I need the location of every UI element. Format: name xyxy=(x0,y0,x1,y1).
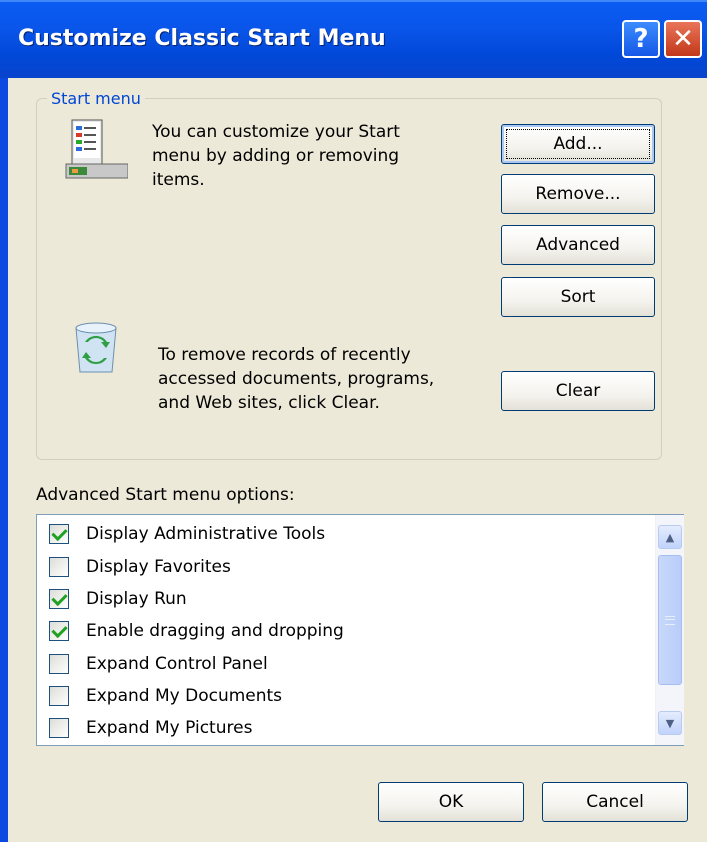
list-item[interactable]: Expand My Documents xyxy=(49,680,282,712)
clear-button[interactable]: Clear xyxy=(501,371,655,411)
help-button[interactable]: ? xyxy=(622,20,660,58)
help-icon: ? xyxy=(633,24,649,54)
cancel-button[interactable]: Cancel xyxy=(542,782,688,822)
list-item[interactable]: Enable dragging and dropping xyxy=(49,615,344,647)
list-item[interactable]: Expand Control Panel xyxy=(49,648,268,680)
advanced-options-label: Advanced Start menu options: xyxy=(36,485,295,505)
checkbox[interactable] xyxy=(49,621,69,641)
chevron-up-icon: ▲ xyxy=(665,530,675,544)
dialog-window: Customize Classic Start Menu ? ✕ Start m… xyxy=(0,0,707,842)
list-item[interactable]: Expand My Pictures xyxy=(49,712,252,744)
recycle-bin-icon xyxy=(75,322,117,373)
sort-button[interactable]: Sort xyxy=(501,277,655,317)
ok-button[interactable]: OK xyxy=(378,782,524,822)
close-button[interactable]: ✕ xyxy=(664,20,702,58)
title-bar[interactable]: Customize Classic Start Menu ? ✕ xyxy=(0,0,707,78)
scroll-thumb[interactable] xyxy=(658,555,682,685)
add-button[interactable]: Add... xyxy=(501,124,655,164)
list-item[interactable]: Display Favorites xyxy=(49,551,231,583)
vertical-scrollbar[interactable]: ▲ ▼ xyxy=(655,515,684,745)
start-menu-group-label: Start menu xyxy=(47,89,145,108)
checkbox[interactable] xyxy=(49,718,69,738)
close-icon: ✕ xyxy=(672,24,694,54)
checkbox[interactable] xyxy=(49,557,69,577)
checkbox[interactable] xyxy=(49,524,69,544)
advanced-button[interactable]: Advanced xyxy=(501,225,655,265)
checkbox[interactable] xyxy=(49,686,69,706)
checkbox[interactable] xyxy=(49,654,69,674)
list-item[interactable]: Display Run xyxy=(49,583,187,615)
checkbox[interactable] xyxy=(49,589,69,609)
chevron-down-icon: ▼ xyxy=(665,716,675,730)
scroll-up-button[interactable]: ▲ xyxy=(658,525,682,549)
start-menu-icon xyxy=(65,119,128,179)
list-item[interactable]: Display Administrative Tools xyxy=(49,518,325,550)
advanced-options-list[interactable]: Display Administrative Tools Display Fav… xyxy=(36,514,684,746)
start-menu-description: You can customize your Start menu by add… xyxy=(152,122,400,190)
grip-icon xyxy=(665,615,675,625)
remove-button[interactable]: Remove... xyxy=(501,174,655,214)
clear-description: To remove records of recently accessed d… xyxy=(158,345,435,413)
scroll-down-button[interactable]: ▼ xyxy=(658,711,682,735)
window-title: Customize Classic Start Menu xyxy=(18,26,386,51)
